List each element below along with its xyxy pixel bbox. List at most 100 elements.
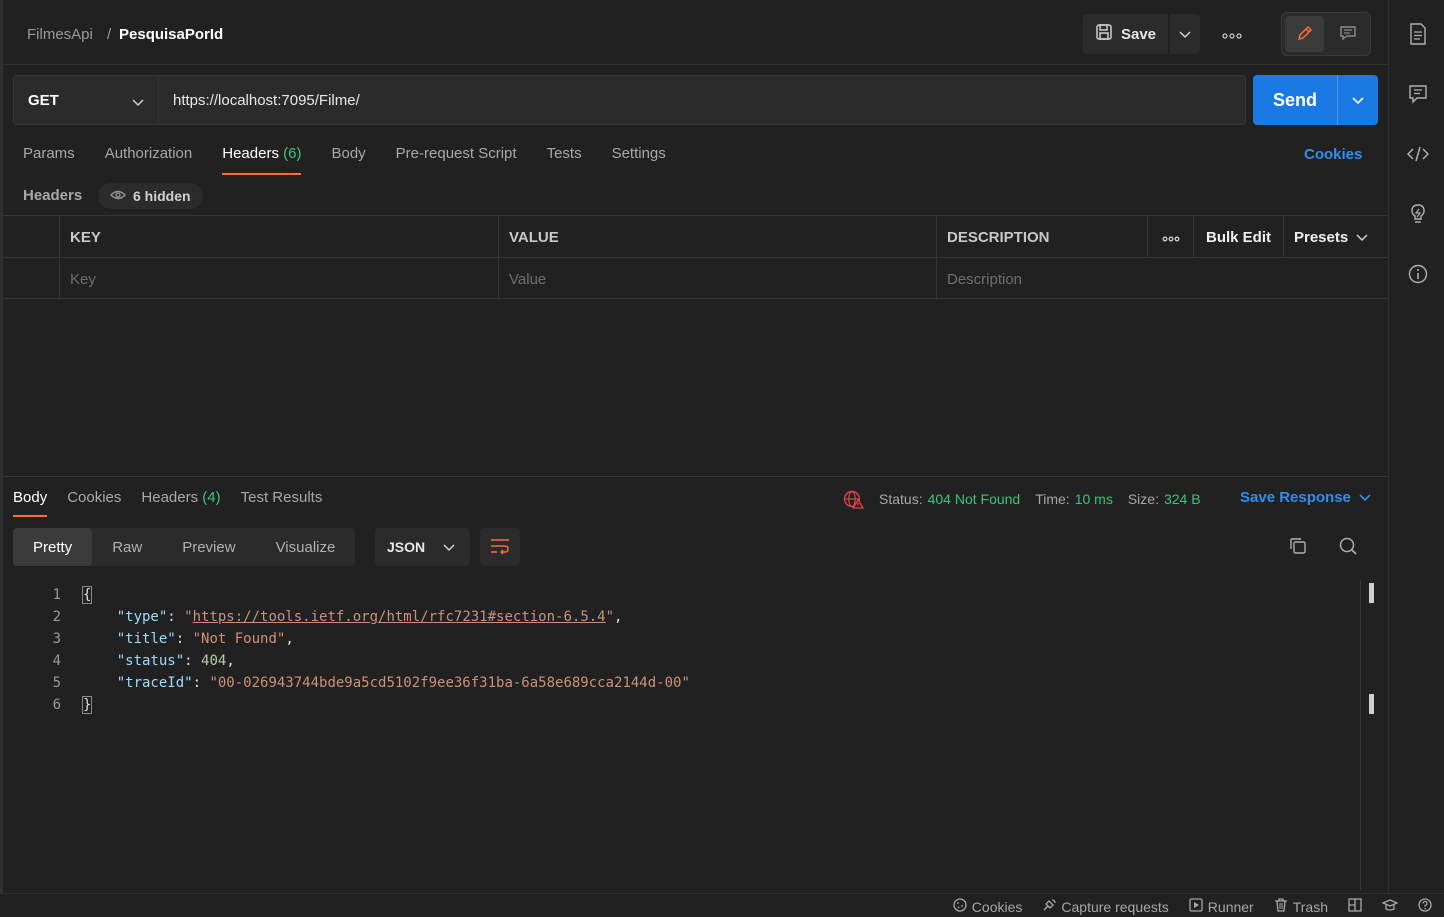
edit-mode-button[interactable] (1285, 16, 1324, 52)
table-row: Key Value Description (3, 258, 1388, 300)
time-label: Time: (1035, 491, 1070, 507)
tab-authorization[interactable]: Authorization (105, 145, 193, 175)
line-number: 4 (52, 653, 61, 669)
status-label: Status: (879, 491, 923, 507)
bootcamp-icon[interactable] (1381, 898, 1399, 915)
more-horizontal-icon (1222, 26, 1242, 42)
json-key: "title" (116, 631, 176, 647)
view-pretty-button[interactable]: Pretty (13, 528, 93, 566)
code-snippet-icon[interactable] (1407, 143, 1429, 165)
status-bar: Cookies Capture requests Runner Trash (0, 893, 1444, 917)
url-value: https://localhost:7095/Filme/ (173, 91, 360, 109)
response-tab-cookies[interactable]: Cookies (67, 489, 121, 517)
response-tab-body[interactable]: Body (13, 489, 48, 517)
method-value: GET (28, 91, 59, 109)
save-response-label: Save Response (1240, 489, 1351, 506)
status-value[interactable]: 404 Not Found (928, 491, 1021, 507)
tab-label: Authorization (104, 145, 193, 162)
save-group: Save (1083, 14, 1200, 54)
tab-settings[interactable]: Settings (612, 145, 666, 175)
json-key: "traceId" (116, 675, 193, 691)
wrap-lines-button[interactable] (480, 528, 520, 566)
comment-mode-button[interactable] (1328, 16, 1367, 52)
checkbox-column-header (3, 216, 59, 258)
send-options-button[interactable] (1337, 75, 1378, 125)
status-cookies-button[interactable]: Cookies (953, 898, 1022, 915)
tab-tests[interactable]: Tests (547, 145, 582, 175)
comments-icon[interactable] (1407, 83, 1429, 105)
documentation-icon[interactable] (1407, 23, 1429, 45)
editor-scrollbar[interactable] (1360, 580, 1366, 890)
tab-pre-request-script[interactable]: Pre-request Script (396, 145, 517, 175)
chevron-down-icon (1356, 229, 1368, 246)
code-text: "status": 404, (116, 653, 235, 669)
capture-requests-button[interactable]: Capture requests (1042, 898, 1169, 915)
url-input[interactable]: https://localhost:7095/Filme/ (158, 75, 1246, 125)
request-header: FilmesApi / PesquisaPorId Save (3, 0, 1388, 65)
tab-params[interactable]: Params (23, 145, 75, 175)
response-panel: Body Cookies Headers (4) Test Results St… (3, 476, 1388, 893)
column-header-value: VALUE (498, 216, 936, 258)
trash-button[interactable]: Trash (1274, 898, 1328, 915)
edit-comment-toggle (1281, 12, 1371, 56)
view-raw-button[interactable]: Raw (92, 528, 162, 566)
presets-button[interactable]: Presets (1283, 216, 1388, 258)
breadcrumb-separator: / (107, 26, 112, 43)
play-icon (1189, 898, 1203, 915)
runner-label: Runner (1207, 898, 1254, 915)
code-line: 2 "type": "https://tools.ietf.org/html/r… (13, 606, 1353, 628)
capture-requests-label: Capture requests (1061, 898, 1169, 915)
tab-body[interactable]: Body (331, 145, 365, 175)
comment-icon (1339, 24, 1357, 45)
copy-icon (1288, 536, 1308, 559)
wrap-lines-icon (489, 537, 511, 558)
cookies-link[interactable]: Cookies (1304, 146, 1362, 163)
breadcrumb-collection[interactable]: FilmesApi (27, 26, 93, 43)
hidden-headers-label: 6 hidden (133, 188, 191, 204)
copy-button[interactable] (1286, 535, 1310, 559)
globe-error-icon[interactable] (843, 489, 865, 509)
send-button[interactable]: Send (1253, 75, 1337, 125)
breadcrumb-request-name[interactable]: PesquisaPorId (119, 26, 223, 43)
more-options-button[interactable] (1215, 24, 1249, 44)
column-options-button[interactable] (1147, 216, 1193, 258)
view-visualize-button[interactable]: Visualize (256, 528, 356, 566)
help-icon[interactable] (1418, 898, 1432, 915)
status-bar-items: Cookies Capture requests Runner Trash (953, 898, 1432, 915)
view-preview-button[interactable]: Preview (162, 528, 255, 566)
json-url-link[interactable]: https://tools.ietf.org/html/rfc7231#sect… (193, 609, 606, 625)
size-value[interactable]: 324 B (1164, 491, 1201, 507)
save-button[interactable]: Save (1083, 14, 1168, 54)
tab-label: Headers (141, 489, 199, 506)
two-pane-icon[interactable] (1348, 898, 1362, 915)
row-checkbox-cell (3, 258, 59, 300)
format-value: JSON (387, 539, 426, 555)
format-select[interactable]: JSON (375, 528, 470, 566)
search-button[interactable] (1336, 535, 1360, 559)
save-icon (1095, 23, 1113, 45)
json-string-value: "00-026943744bde9a5cd5102f9ee36f31ba-6a5… (209, 675, 690, 691)
tab-label: Params (23, 145, 75, 162)
key-input[interactable]: Key (59, 258, 498, 300)
info-icon[interactable] (1407, 263, 1429, 285)
hidden-headers-toggle[interactable]: 6 hidden (98, 183, 203, 209)
code-text: "title": "Not Found", (116, 631, 294, 647)
response-tab-headers[interactable]: Headers (4) (141, 489, 220, 517)
json-string-value: "Not Found" (192, 631, 286, 647)
save-response-button[interactable]: Save Response (1240, 489, 1371, 506)
lightbulb-icon[interactable] (1407, 203, 1429, 225)
value-input[interactable]: Value (498, 258, 936, 300)
save-options-button[interactable] (1170, 14, 1200, 54)
code-text: { (81, 586, 93, 604)
tab-label: Tests (546, 145, 582, 162)
time-value[interactable]: 10 ms (1075, 491, 1113, 507)
description-input[interactable]: Description (936, 258, 1388, 300)
tab-headers[interactable]: Headers (6) (222, 145, 302, 175)
response-tab-test-results[interactable]: Test Results (241, 489, 323, 517)
chevron-down-icon (443, 539, 455, 555)
response-body-editor[interactable]: 1 { 2 "type": "https://tools.ietf.org/ht… (13, 580, 1363, 880)
runner-button[interactable]: Runner (1189, 898, 1254, 915)
bulk-edit-button[interactable]: Bulk Edit (1193, 216, 1283, 258)
method-select[interactable]: GET (13, 75, 159, 125)
more-horizontal-icon (1162, 229, 1180, 246)
